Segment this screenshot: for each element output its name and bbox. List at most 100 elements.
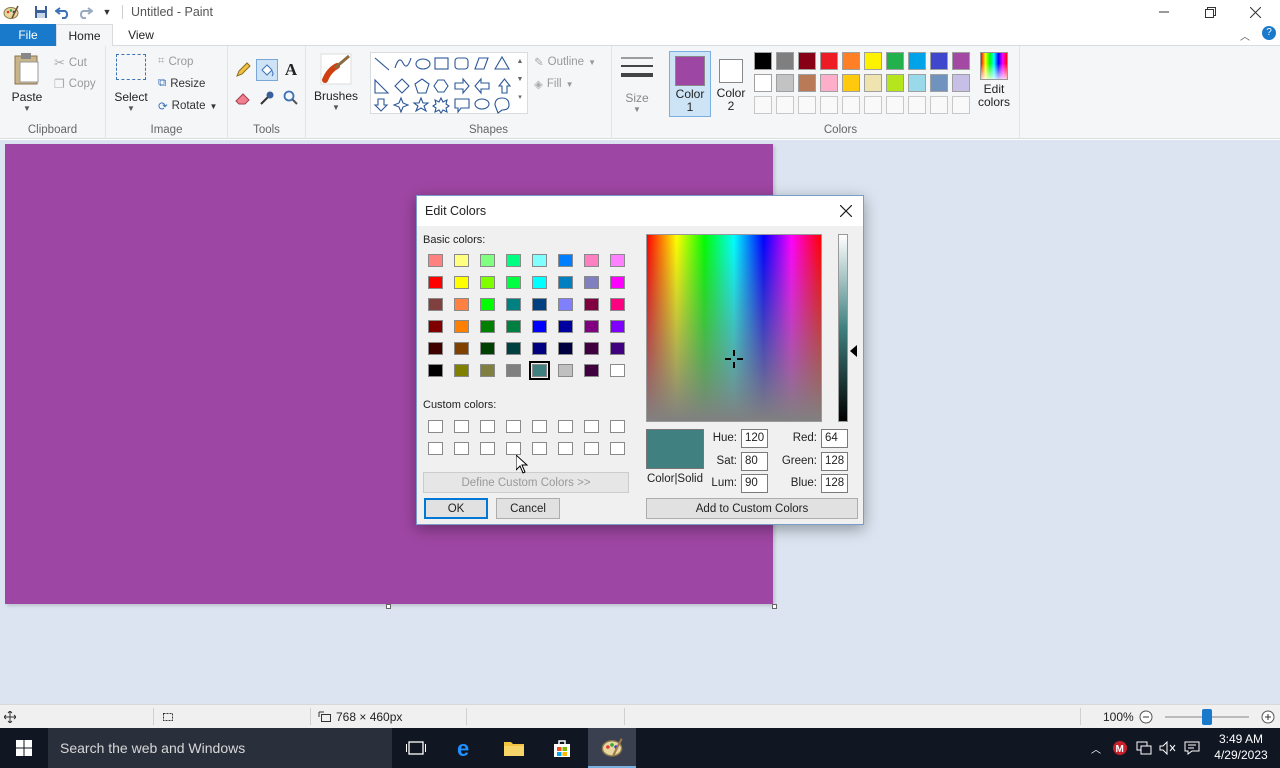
palette-color-swatch[interactable] [952, 52, 970, 70]
shapes-gallery-icons[interactable] [371, 53, 529, 115]
basic-color-swatch[interactable] [480, 254, 495, 267]
close-button[interactable] [1232, 0, 1278, 24]
basic-color-swatch[interactable] [480, 298, 495, 311]
basic-color-swatch[interactable] [532, 254, 547, 267]
custom-color-swatch[interactable] [454, 420, 469, 433]
basic-color-swatch[interactable] [506, 364, 521, 377]
basic-color-swatch[interactable] [558, 298, 573, 311]
palette-color-swatch[interactable] [776, 74, 794, 92]
maximize-button[interactable] [1187, 0, 1233, 24]
tab-home[interactable]: Home [56, 24, 113, 47]
basic-color-swatch[interactable] [558, 320, 573, 333]
file-explorer-icon[interactable] [490, 728, 538, 768]
color-picker-icon[interactable] [258, 89, 276, 107]
palette-color-swatch[interactable] [754, 74, 772, 92]
custom-color-swatch[interactable] [610, 442, 625, 455]
cut-button[interactable]: ✂ Cut [54, 55, 87, 71]
palette-empty-swatch[interactable] [820, 96, 838, 114]
basic-color-swatch[interactable] [506, 254, 521, 267]
ok-button[interactable]: OK [424, 498, 488, 519]
size-button[interactable]: Size ▼ [620, 54, 654, 114]
palette-color-swatch[interactable] [820, 74, 838, 92]
action-center-icon[interactable] [1180, 728, 1204, 768]
palette-empty-swatch[interactable] [798, 96, 816, 114]
custom-color-swatch[interactable] [480, 442, 495, 455]
palette-color-swatch[interactable] [864, 74, 882, 92]
color2-button[interactable]: Color 2 [712, 51, 750, 117]
basic-color-swatch[interactable] [428, 342, 443, 355]
basic-color-swatch[interactable] [584, 364, 599, 377]
color-spectrum[interactable] [646, 234, 822, 422]
zoom-in-button[interactable] [1261, 705, 1275, 728]
zoom-slider-thumb[interactable] [1202, 709, 1212, 725]
basic-color-swatch[interactable] [454, 254, 469, 267]
palette-empty-swatch[interactable] [886, 96, 904, 114]
zoom-out-button[interactable] [1139, 705, 1153, 728]
basic-color-swatch[interactable] [454, 342, 469, 355]
add-to-custom-colors-button[interactable]: Add to Custom Colors [646, 498, 858, 519]
palette-color-swatch[interactable] [798, 52, 816, 70]
palette-color-swatch[interactable] [908, 74, 926, 92]
basic-color-swatch[interactable] [584, 254, 599, 267]
resize-button[interactable]: ⧉ Resize [158, 77, 205, 90]
basic-color-swatch[interactable] [610, 298, 625, 311]
basic-color-swatch[interactable] [428, 298, 443, 311]
clock[interactable]: 3:49 AM 4/29/2023 [1206, 731, 1276, 763]
custom-color-swatch[interactable] [428, 442, 443, 455]
pencil-icon[interactable] [234, 61, 252, 79]
antivirus-tray-icon[interactable]: M [1108, 728, 1132, 768]
palette-empty-swatch[interactable] [930, 96, 948, 114]
basic-color-swatch[interactable] [532, 276, 547, 289]
palette-color-swatch[interactable] [842, 74, 860, 92]
palette-empty-swatch[interactable] [952, 96, 970, 114]
basic-color-swatch[interactable] [480, 342, 495, 355]
basic-color-swatch[interactable] [558, 342, 573, 355]
basic-color-swatch[interactable] [584, 298, 599, 311]
undo-icon[interactable] [52, 1, 74, 23]
palette-color-swatch[interactable] [864, 52, 882, 70]
crop-button[interactable]: ⌗ Crop [158, 55, 193, 68]
magnifier-icon[interactable] [282, 89, 300, 107]
red-field[interactable]: 64 [821, 429, 848, 448]
palette-color-swatch[interactable] [930, 52, 948, 70]
basic-color-swatch[interactable] [480, 276, 495, 289]
custom-color-swatch[interactable] [532, 420, 547, 433]
palette-color-swatch[interactable] [842, 52, 860, 70]
outline-button[interactable]: ✎ Outline ▼ [534, 55, 596, 69]
cancel-button[interactable]: Cancel [496, 498, 560, 519]
basic-color-swatch[interactable] [610, 254, 625, 267]
edge-browser-icon[interactable]: e [442, 728, 490, 768]
task-view-icon[interactable] [392, 728, 440, 768]
custom-color-swatch[interactable] [558, 420, 573, 433]
select-button[interactable]: Select ▼ [114, 54, 148, 113]
palette-color-swatch[interactable] [754, 52, 772, 70]
basic-color-swatch[interactable] [506, 298, 521, 311]
basic-color-swatch[interactable] [558, 254, 573, 267]
sat-field[interactable]: 80 [741, 452, 768, 471]
custom-color-swatch[interactable] [428, 420, 443, 433]
green-field[interactable]: 128 [821, 452, 848, 471]
volume-muted-icon[interactable] [1156, 728, 1180, 768]
paint-taskbar-icon[interactable] [588, 728, 636, 768]
edit-colors-button[interactable]: Edit colors [972, 52, 1016, 109]
shapes-scroll[interactable]: ▲ ▼ ▾ [514, 53, 526, 113]
basic-color-swatch[interactable] [610, 276, 625, 289]
palette-color-swatch[interactable] [820, 52, 838, 70]
luminance-slider[interactable] [838, 234, 848, 422]
basic-color-swatch[interactable] [532, 342, 547, 355]
collapse-ribbon-icon[interactable]: ︿ [1240, 28, 1250, 43]
palette-color-swatch[interactable] [930, 74, 948, 92]
custom-color-swatch[interactable] [506, 420, 521, 433]
basic-color-swatch[interactable] [610, 320, 625, 333]
custom-color-swatch[interactable] [506, 442, 521, 455]
basic-color-swatch[interactable] [428, 364, 443, 377]
palette-color-swatch[interactable] [952, 74, 970, 92]
fill-bucket-icon[interactable] [256, 59, 278, 81]
custom-color-swatch[interactable] [532, 442, 547, 455]
basic-color-swatch[interactable] [428, 254, 443, 267]
basic-color-swatch[interactable] [584, 276, 599, 289]
redo-icon[interactable] [74, 1, 96, 23]
custom-color-swatch[interactable] [454, 442, 469, 455]
basic-color-swatch[interactable] [532, 320, 547, 333]
color1-button[interactable]: Color 1 [669, 51, 711, 117]
